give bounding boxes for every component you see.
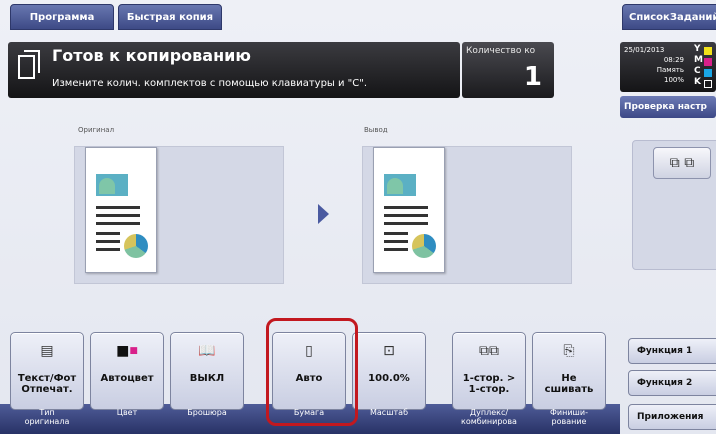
zoom-caption: Масштаб [369, 408, 409, 417]
toner-m-label: M [694, 55, 703, 65]
text-photo-icon: ▤ [40, 343, 54, 359]
status-bar: Готов к копированию Измените колич. комп… [8, 42, 460, 98]
function-2-button[interactable]: Функция 2 [628, 370, 716, 396]
output-caption: Вывод [364, 126, 388, 134]
applications-button[interactable]: Приложения [628, 404, 716, 430]
zoom-button[interactable]: ⊡ 100.0% [352, 332, 426, 410]
copy-screen: Программа Быстрая копия СписокЗаданий Го… [0, 0, 716, 434]
preview-area: Оригинал Вывод [0, 100, 620, 320]
duplex-caption: Дуплекс/ комбинирова [461, 408, 517, 426]
staple-icon: ⎘ [563, 343, 575, 359]
tab-program[interactable]: Программа [10, 4, 114, 30]
copy-document-icon [18, 50, 40, 79]
zoom-icon: ⊡ [383, 343, 395, 359]
device-info: 25/01/2013 08:29 Память 100% Y M C K [620, 42, 716, 92]
output-preview [362, 146, 572, 284]
original-caption: Оригинал [78, 126, 115, 134]
original-preview [74, 146, 284, 284]
color-icon: ■ ■ [116, 343, 138, 359]
time-readout: 08:29 [663, 56, 684, 64]
arrow-right-icon [318, 204, 329, 224]
finishing-value: Не сшивать [544, 373, 594, 395]
finishing-caption: Финиши- рование [550, 408, 588, 426]
toner-y-level [704, 47, 712, 55]
booklet-button[interactable]: 📖 ВЫКЛ [170, 332, 244, 410]
toner-y-label: Y [694, 44, 701, 54]
color-button[interactable]: ■ ■ Автоцвет [90, 332, 164, 410]
toner-k-label: K [694, 77, 701, 87]
booklet-icon: 📖 [198, 343, 216, 359]
booklet-value: ВЫКЛ [189, 373, 225, 384]
memory-readout: Память [656, 66, 684, 74]
duplex-value: 1-стор. > 1-стор. [462, 373, 516, 395]
original-type-value: Текст/Фот Отпечат. [17, 373, 77, 395]
side-panel: ⧉ ⧉ [632, 140, 716, 270]
toner-c-level [704, 69, 712, 77]
color-caption: Цвет [116, 408, 138, 417]
booklet-caption: Брошюра [187, 408, 227, 417]
toner-c-label: C [694, 66, 701, 76]
duplex-button[interactable]: ⧉⧉ 1-стор. > 1-стор. [452, 332, 526, 410]
memory-percent: 100% [663, 76, 684, 84]
check-settings-button[interactable]: Проверка настр [620, 96, 716, 118]
color-value: Автоцвет [100, 373, 154, 384]
original-page-icon [85, 147, 157, 273]
toner-m-level [704, 58, 712, 66]
status-title: Готов к копированию [52, 46, 251, 65]
copy-pages-icon[interactable]: ⧉ ⧉ [653, 147, 711, 179]
date-readout: 25/01/2013 [624, 46, 665, 54]
copy-count-label: Количество ко [466, 46, 536, 56]
output-page-icon [373, 147, 445, 273]
paper-highlight [266, 318, 358, 426]
tab-quick-copy[interactable]: Быстрая копия [118, 4, 222, 30]
toner-k-level [704, 80, 712, 88]
function-1-button[interactable]: Функция 1 [628, 338, 716, 364]
zoom-value: 100.0% [368, 373, 410, 384]
status-message: Измените колич. комплектов с помощью кла… [52, 78, 368, 89]
tab-job-list[interactable]: СписокЗаданий [622, 4, 716, 30]
copy-count[interactable]: Количество ко 1 [462, 42, 554, 98]
original-type-button[interactable]: ▤ Текст/Фот Отпечат. [10, 332, 84, 410]
duplex-icon: ⧉⧉ [479, 343, 499, 359]
original-type-caption: Тип оригинала [24, 408, 70, 426]
copy-count-value: 1 [523, 62, 542, 92]
finishing-button[interactable]: ⎘ Не сшивать [532, 332, 606, 410]
